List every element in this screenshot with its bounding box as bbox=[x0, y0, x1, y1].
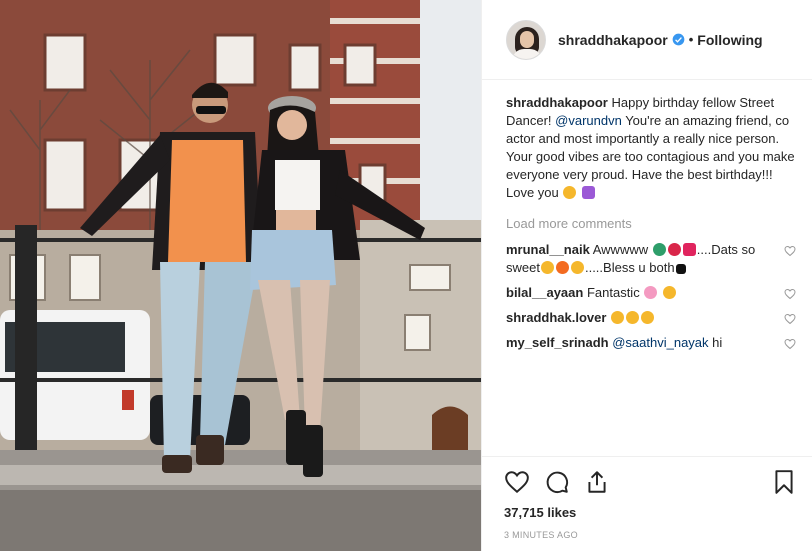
comment-item: my_self_srinadh @saathvi_nayak hi bbox=[506, 334, 796, 352]
comment-username[interactable]: shraddhak.lover bbox=[506, 310, 606, 325]
black-heart-emoji-icon bbox=[675, 264, 686, 274]
post-photo[interactable] bbox=[0, 0, 481, 551]
post-timestamp[interactable]: 3 MINUTES AGO bbox=[504, 530, 797, 540]
heart-eyes-emoji-icon bbox=[626, 311, 640, 324]
caption-username[interactable]: shraddhakapoor bbox=[506, 95, 608, 110]
comment-like-icon[interactable] bbox=[784, 313, 796, 325]
share-icon[interactable] bbox=[584, 469, 610, 495]
heart-icon[interactable] bbox=[504, 469, 530, 495]
post-caption: shraddhakapoor Happy birthday fellow Str… bbox=[506, 94, 796, 202]
header-separator: • bbox=[688, 32, 694, 47]
comment-text: Fantastic bbox=[586, 285, 640, 300]
caption-mention[interactable]: @varundvn bbox=[555, 113, 622, 128]
heart-eyes-emoji-icon bbox=[641, 311, 655, 324]
comment-mention[interactable]: @saathvi_nayak bbox=[612, 335, 708, 350]
heart-eyes-emoji-icon bbox=[611, 311, 625, 324]
comment-item: shraddhak.lover bbox=[506, 309, 796, 327]
comment-text-3: .....Bless u both bbox=[584, 260, 675, 275]
following-button[interactable]: Following bbox=[697, 32, 762, 48]
load-more-comments-button[interactable]: Load more comments bbox=[506, 216, 796, 231]
post-actions: 37,715 likes 3 MINUTES AGO bbox=[482, 456, 812, 540]
fire-emoji-icon bbox=[555, 261, 569, 274]
author-username[interactable]: shraddhakapoor bbox=[558, 32, 668, 48]
comment-like-icon[interactable] bbox=[784, 288, 796, 300]
comment-text: hi bbox=[708, 335, 723, 350]
post-header: shraddhakapoor • Following bbox=[482, 0, 812, 80]
flower-emoji-icon bbox=[644, 286, 658, 299]
comment-username[interactable]: mrunal__naik bbox=[506, 242, 590, 257]
post-image bbox=[0, 0, 481, 551]
comment-username[interactable]: my_self_srinadh bbox=[506, 335, 609, 350]
action-icons-row bbox=[504, 467, 797, 497]
bookmark-icon[interactable] bbox=[771, 469, 797, 495]
hands-emoji-icon bbox=[540, 261, 554, 274]
comment-item: bilal__ayaan Fantastic bbox=[506, 284, 796, 302]
post-sidebar: shraddhakapoor • Following shraddhakapoo… bbox=[481, 0, 812, 551]
heart-eyes-emoji-icon bbox=[570, 261, 584, 274]
comment-text: Awwwww bbox=[592, 242, 649, 257]
smiling-face-emoji-icon bbox=[662, 286, 676, 299]
comments-section: shraddhakapoor Happy birthday fellow Str… bbox=[482, 80, 812, 456]
kiss-lips-emoji-icon bbox=[667, 243, 681, 256]
purple-heart-emoji-icon bbox=[582, 186, 596, 199]
comment-username[interactable]: bilal__ayaan bbox=[506, 285, 583, 300]
verified-badge-icon bbox=[672, 33, 685, 46]
red-heart-emoji-icon bbox=[682, 243, 696, 256]
comment-like-icon[interactable] bbox=[784, 338, 796, 350]
likes-count[interactable]: 37,715 likes bbox=[504, 505, 797, 520]
blowing-kiss-emoji-icon bbox=[563, 186, 577, 199]
globe-emoji-icon bbox=[652, 243, 666, 256]
comment-item: mrunal__naik Awwwww ....Dats so sweet...… bbox=[506, 241, 796, 277]
comment-like-icon[interactable] bbox=[784, 245, 796, 257]
author-avatar[interactable] bbox=[506, 19, 546, 60]
comment-icon[interactable] bbox=[544, 469, 570, 495]
